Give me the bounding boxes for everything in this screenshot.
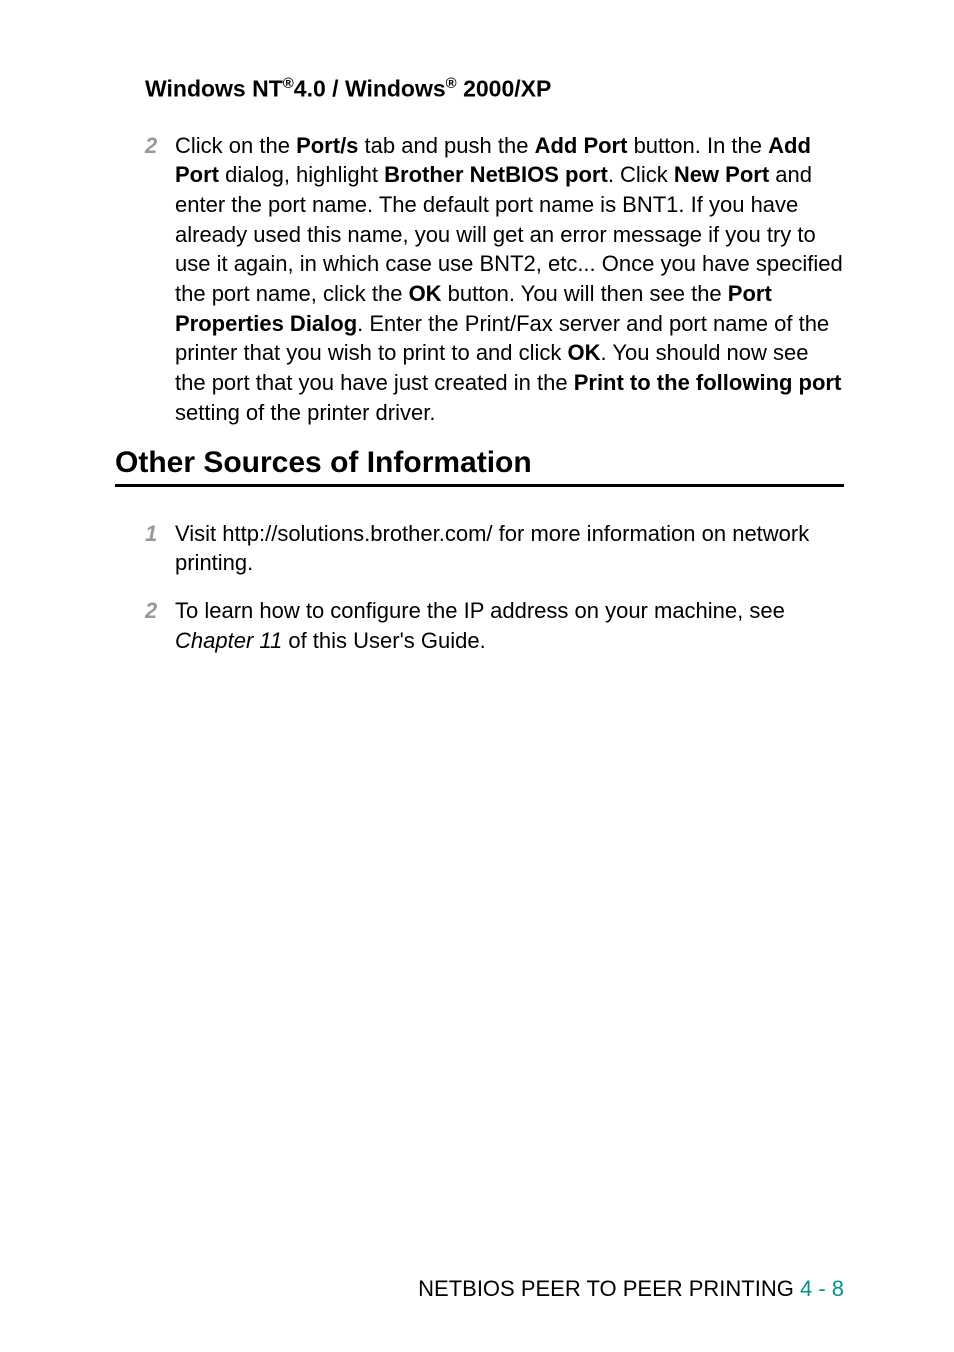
bold-text: Add Port xyxy=(535,133,628,158)
step-2: 2 Click on the Port/s tab and push the A… xyxy=(145,131,844,428)
heading-suffix: 2000/XP xyxy=(457,76,552,102)
info-item-2: 2 To learn how to configure the IP addre… xyxy=(145,596,844,655)
text: Visit xyxy=(175,521,222,546)
section-rule xyxy=(115,484,844,487)
info-content: Visit http://solutions.brother.com/ for … xyxy=(175,519,844,578)
bold-text: OK xyxy=(409,281,442,306)
heading-prefix: Windows NT xyxy=(145,76,283,102)
footer-label: NETBIOS PEER TO PEER PRINTING xyxy=(418,1276,800,1301)
text: To learn how to configure the IP address… xyxy=(175,598,785,623)
text: Click on the xyxy=(175,133,296,158)
footer-page-number: 4 - 8 xyxy=(800,1276,844,1301)
bold-text: OK xyxy=(568,340,601,365)
bold-text: Brother NetBIOS port xyxy=(384,162,608,187)
section-heading: Other Sources of Information xyxy=(115,446,844,480)
info-number: 2 xyxy=(145,596,175,655)
bold-text: Port/s xyxy=(296,133,358,158)
step-number: 2 xyxy=(145,131,175,428)
heading-sup2: ® xyxy=(446,75,457,92)
chapter-reference[interactable]: Chapter 11 xyxy=(175,628,282,653)
bold-text: Print to the following port xyxy=(574,370,842,395)
step-content: Click on the Port/s tab and push the Add… xyxy=(175,131,844,428)
info-item-1: 1 Visit http://solutions.brother.com/ fo… xyxy=(145,519,844,578)
heading-mid: 4.0 / Windows xyxy=(294,76,446,102)
link-text[interactable]: http://solutions.brother.com/ xyxy=(222,521,492,546)
text: of this User's Guide. xyxy=(282,628,486,653)
heading-sup1: ® xyxy=(283,75,294,92)
text: dialog, highlight xyxy=(219,162,384,187)
text: setting of the printer driver. xyxy=(175,400,435,425)
info-content: To learn how to configure the IP address… xyxy=(175,596,844,655)
subsection-heading: Windows NT®4.0 / Windows® 2000/XP xyxy=(145,75,844,103)
text: . Click xyxy=(608,162,674,187)
bold-text: New Port xyxy=(674,162,769,187)
text: button. You will then see the xyxy=(442,281,728,306)
text: button. In the xyxy=(627,133,768,158)
info-number: 1 xyxy=(145,519,175,578)
text: tab and push the xyxy=(358,133,534,158)
page-footer: NETBIOS PEER TO PEER PRINTING 4 - 8 xyxy=(418,1276,844,1302)
